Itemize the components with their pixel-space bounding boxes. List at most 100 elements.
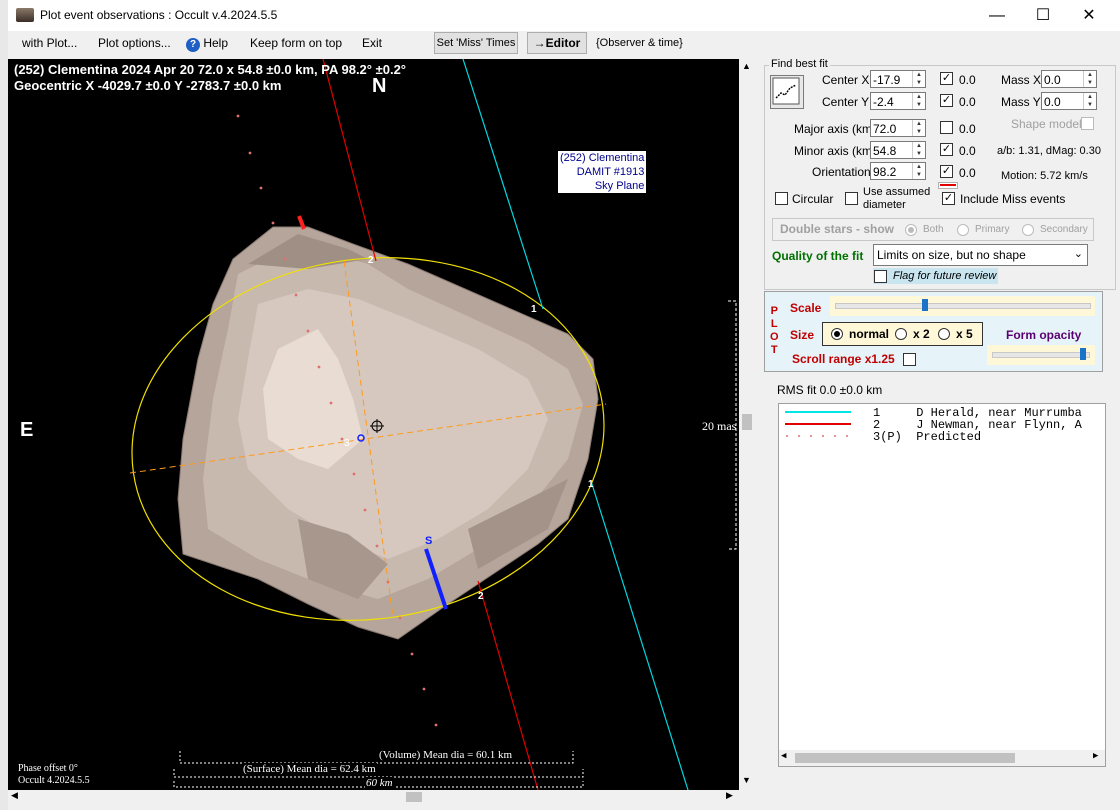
orientation-label: Orientation [812, 165, 871, 179]
double-stars-label: Double stars - show [780, 222, 895, 236]
spin-arrows-icon[interactable]: ▲ ▼ [1083, 93, 1096, 109]
plot-horizontal-scrollbar[interactable]: ◀ ▶ [8, 790, 739, 804]
form-opacity-label: Form opacity [1006, 328, 1082, 342]
scroll-down-arrow-icon[interactable]: ▼ [742, 775, 751, 785]
north-label: N [372, 75, 387, 97]
volume-dia-bracket [179, 751, 574, 764]
scroll-left-arrow-icon[interactable]: ◀ [11, 790, 18, 801]
opacity-slider-track [992, 352, 1090, 358]
maximize-button[interactable]: ☐ [1020, 0, 1066, 31]
menu-exit[interactable]: Exit [362, 36, 382, 50]
size-normal-radio[interactable] [831, 328, 843, 340]
scroll-range-checkbox[interactable] [903, 353, 916, 366]
size-x2-radio[interactable] [895, 328, 907, 340]
scale-slider[interactable] [830, 296, 1095, 316]
object-name-label: (252) Clementina [560, 152, 645, 164]
center-y-value: -2.4 [873, 95, 894, 109]
plot-canvas[interactable]: (252) Clementina 2024 Apr 20 72.0 x 54.8… [8, 59, 739, 790]
flag-review-checkbox[interactable] [874, 270, 887, 283]
menu-bar: with Plot... Plot options... ? Help Keep… [8, 31, 1120, 56]
minor-axis-input[interactable]: 54.8 ▲ ▼ [870, 141, 926, 159]
menu-help-label: Help [203, 36, 229, 50]
chord-1b-line [590, 480, 689, 790]
spin-arrows-icon[interactable]: ▲ ▼ [912, 120, 925, 136]
include-miss-checkbox[interactable]: ✓ [942, 192, 955, 205]
fit-major-axis-checkbox[interactable] [940, 121, 953, 134]
observer-time-label[interactable]: {Observer & time} [596, 37, 683, 49]
scroll-right-arrow-icon[interactable]: ▶ [726, 790, 733, 801]
opacity-slider[interactable] [987, 345, 1095, 365]
menu-keep-on-top[interactable]: Keep form on top [250, 36, 342, 50]
center-x-value: -17.9 [873, 73, 901, 87]
size-x2-label: x 2 [913, 327, 930, 341]
fit-orientation-checkbox[interactable]: ✓ [940, 165, 953, 178]
spin-arrows-icon[interactable]: ▲ ▼ [1083, 71, 1096, 87]
spin-arrows-icon[interactable]: ▲ ▼ [912, 142, 925, 158]
primary-radio[interactable] [957, 224, 969, 236]
volume-dia-label: (Volume) Mean dia = 60.1 km [378, 749, 514, 761]
fit-graph-button[interactable] [770, 75, 804, 109]
major-axis-input[interactable]: 72.0 ▲ ▼ [870, 119, 926, 137]
menu-with-plot[interactable]: with Plot... [22, 36, 77, 50]
scroll-right-arrow-icon[interactable]: ▶ [1093, 751, 1098, 761]
spin-arrows-icon[interactable]: ▲ ▼ [912, 93, 925, 109]
center-x-input[interactable]: -17.9 ▲ ▼ [870, 70, 926, 88]
scale-slider-thumb[interactable] [921, 299, 928, 311]
find-best-fit-title: Find best fit [769, 58, 830, 70]
shape-model-checkbox[interactable] [1081, 117, 1094, 130]
fit-minor-axis-checkbox[interactable]: ✓ [940, 143, 953, 156]
set-miss-times-button[interactable]: Set 'Miss' Times [434, 32, 518, 54]
chord-label-2-bottom: 2 [478, 591, 484, 602]
surface-dia-label: (Surface) Mean dia = 62.4 km [242, 763, 377, 775]
size-x5-label: x 5 [956, 327, 973, 341]
plot-vertical-scrollbar[interactable]: ▲ ▼ [739, 59, 756, 790]
mass-y-value: 0.0 [1044, 95, 1061, 109]
center-y-input[interactable]: -2.4 ▲ ▼ [870, 92, 926, 110]
motion-label: Motion: 5.72 km/s [1001, 170, 1088, 182]
mass-x-label: Mass X [1001, 73, 1042, 87]
close-button[interactable]: ✕ [1066, 0, 1112, 31]
secondary-radio[interactable] [1022, 224, 1034, 236]
horizontal-scroll-thumb[interactable] [406, 792, 422, 802]
orientation-value: 98.2 [873, 165, 897, 179]
vertical-scroll-thumb[interactable] [742, 414, 752, 430]
surface-dia-bracket [173, 769, 584, 778]
spin-arrows-icon[interactable]: ▲ ▼ [912, 163, 925, 179]
fit-center-x-checkbox[interactable]: ✓ [940, 72, 953, 85]
plot-header-line2: Geocentric X -4029.7 ±0.0 Y -2783.7 ±0.0… [14, 78, 282, 93]
both-radio[interactable] [905, 224, 917, 236]
legend-swatches [785, 411, 851, 437]
minimize-button[interactable]: — [974, 0, 1020, 31]
flag-review-label: Flag for future review [893, 270, 997, 282]
minor-axis-uncertainty: 0.0 [959, 144, 976, 158]
use-assumed-diameter-checkbox[interactable] [845, 192, 858, 205]
mass-y-input[interactable]: 0.0 ▲ ▼ [1041, 92, 1097, 110]
opacity-slider-thumb[interactable] [1080, 348, 1087, 360]
circular-checkbox[interactable] [775, 192, 788, 205]
orientation-input[interactable]: 98.2 ▲ ▼ [870, 162, 926, 180]
scroll-up-arrow-icon[interactable]: ▲ [742, 61, 751, 71]
quality-select[interactable]: Limits on size, but no shape ⌄ [873, 244, 1088, 266]
scroll-range-label: Scroll range x1.25 [792, 352, 895, 366]
major-axis-value: 72.0 [873, 122, 897, 136]
size-x5-radio[interactable] [938, 328, 950, 340]
fit-center-y-checkbox[interactable]: ✓ [940, 94, 953, 107]
menu-help[interactable]: ? Help [186, 36, 228, 52]
mas-scale-label: 20 mas [702, 419, 737, 433]
secondary-label: Secondary [1040, 224, 1088, 235]
editor-button[interactable]: →Editor [527, 32, 587, 54]
spin-arrows-icon[interactable]: ▲ ▼ [912, 71, 925, 87]
legend-num-3: 3(P) [873, 430, 902, 444]
title-bar: Plot event observations : Occult v.4.202… [8, 0, 1120, 31]
chord-label-2-top: 2 [368, 255, 374, 266]
legend-horizontal-scrollbar[interactable]: ◀ ▶ [779, 750, 1105, 766]
center-x-uncertainty: 0.0 [959, 73, 976, 87]
observer-legend: 1 D Herald, near Murrumba 2 J Newman, ne… [778, 403, 1106, 767]
window-title: Plot event observations : Occult v.4.202… [40, 8, 278, 22]
scale-label: Scale [790, 301, 822, 315]
mass-x-input[interactable]: 0.0 ▲ ▼ [1041, 70, 1097, 88]
version-label: Occult 4.2024.5.5 [18, 775, 90, 786]
legend-scroll-thumb[interactable] [795, 753, 1015, 763]
menu-plot-options[interactable]: Plot options... [98, 36, 171, 50]
scroll-left-arrow-icon[interactable]: ◀ [781, 751, 786, 761]
